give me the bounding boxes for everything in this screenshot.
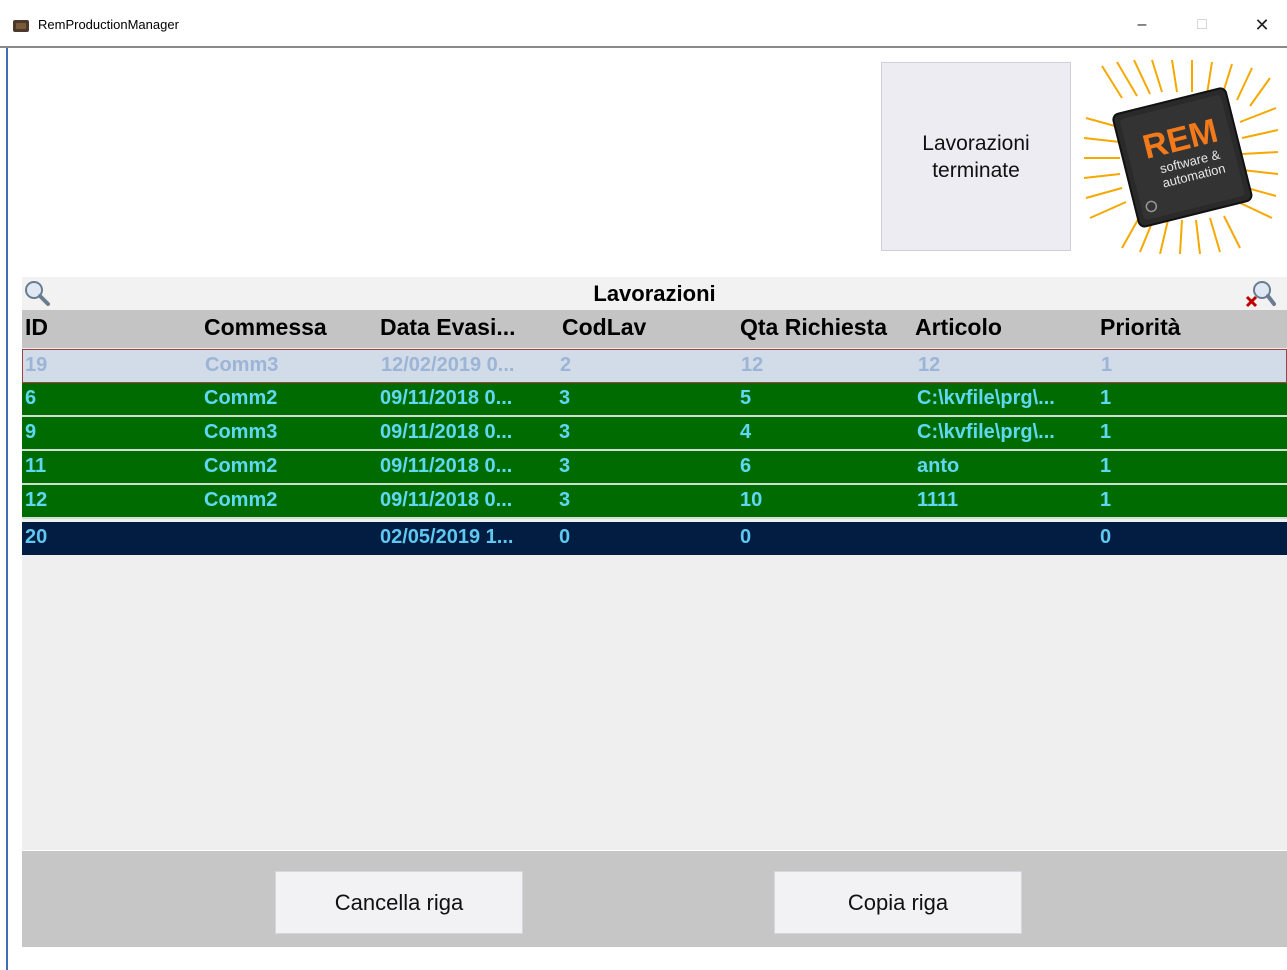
grid-rows: 19 Comm3 12/02/2019 0... 2 12 12 1 6 Com… <box>22 349 1287 555</box>
app-icon <box>13 20 29 32</box>
cell-codlav: 3 <box>559 455 571 477</box>
table-row[interactable]: 11 Comm2 09/11/2018 0... 3 6 anto 1 <box>22 451 1287 485</box>
cell-data-evasione: 12/02/2019 0... <box>381 354 515 376</box>
column-header-articolo[interactable]: Articolo <box>915 314 1002 341</box>
cell-id: 9 <box>25 421 37 443</box>
column-header-id[interactable]: ID <box>25 314 48 341</box>
grid-header: ID Commessa Data Evasi... CodLav Qta Ric… <box>22 310 1287 348</box>
cell-qta-richiesta: 4 <box>740 421 752 443</box>
cell-commessa: Comm3 <box>204 421 278 443</box>
column-header-codlav[interactable]: CodLav <box>562 314 646 341</box>
table-row[interactable]: 9 Comm3 09/11/2018 0... 3 4 C:\kvfile\pr… <box>22 417 1287 451</box>
finished-jobs-button[interactable]: Lavorazioni terminate <box>881 62 1071 251</box>
cell-priorita: 1 <box>1100 489 1112 511</box>
cell-id: 6 <box>25 387 37 409</box>
cell-articolo: C:\kvfile\prg\... <box>917 387 1055 409</box>
cell-qta-richiesta: 6 <box>740 455 752 477</box>
cell-articolo: 12 <box>918 354 941 376</box>
title-bar: RemProductionManager – □ ✕ <box>0 0 1287 48</box>
cell-data-evasione: 09/11/2018 0... <box>380 455 513 477</box>
cell-data-evasione: 09/11/2018 0... <box>380 421 513 443</box>
cell-commessa: Comm2 <box>204 455 278 477</box>
cell-qta-richiesta: 12 <box>741 354 764 376</box>
column-header-qta-richiesta[interactable]: Qta Richiesta <box>740 314 887 341</box>
cell-priorita: 1 <box>1100 455 1112 477</box>
table-row[interactable]: 12 Comm2 09/11/2018 0... 3 10 1111 1 <box>22 485 1287 519</box>
cell-qta-richiesta: 10 <box>740 489 763 511</box>
grid-title: Lavorazioni <box>593 281 716 306</box>
copy-row-button[interactable]: Copia riga <box>774 871 1022 934</box>
cell-codlav: 0 <box>559 526 571 548</box>
cell-id: 12 <box>25 489 48 511</box>
cell-qta-richiesta: 5 <box>740 387 752 409</box>
close-button[interactable]: ✕ <box>1240 10 1284 40</box>
cell-id: 19 <box>25 354 48 376</box>
column-header-data-evasione[interactable]: Data Evasi... <box>380 314 516 341</box>
cell-articolo: 1111 <box>917 489 959 511</box>
action-bar: Cancella riga Copia riga <box>22 851 1287 947</box>
cell-codlav: 3 <box>559 489 571 511</box>
cell-articolo: C:\kvfile\prg\... <box>917 421 1055 443</box>
rem-logo: REM software & automation <box>1083 59 1278 254</box>
cell-priorita: 0 <box>1100 526 1112 548</box>
table-row[interactable]: 19 Comm3 12/02/2019 0... 2 12 12 1 <box>22 349 1287 383</box>
cell-commessa: Comm3 <box>205 354 279 376</box>
cell-priorita: 1 <box>1100 387 1112 409</box>
cell-data-evasione: 02/05/2019 1... <box>380 526 514 548</box>
cell-id: 11 <box>25 455 47 477</box>
cell-codlav: 3 <box>559 421 571 443</box>
delete-row-button[interactable]: Cancella riga <box>275 871 523 934</box>
table-row[interactable]: 6 Comm2 09/11/2018 0... 3 5 C:\kvfile\pr… <box>22 383 1287 417</box>
maximize-button[interactable]: □ <box>1180 10 1224 40</box>
grid-caption: Lavorazioni <box>22 277 1287 310</box>
clear-filter-icon[interactable] <box>1242 279 1276 309</box>
minimize-button[interactable]: – <box>1120 10 1164 40</box>
cell-qta-richiesta: 0 <box>740 526 752 548</box>
jobs-grid: Lavorazioni ID Commessa Data Evasi... Co… <box>22 277 1287 850</box>
window-title: RemProductionManager <box>38 17 179 32</box>
column-header-commessa[interactable]: Commessa <box>204 314 327 341</box>
cell-priorita: 1 <box>1100 421 1112 443</box>
window-border <box>6 48 8 970</box>
cell-codlav: 3 <box>559 387 571 409</box>
cell-commessa: Comm2 <box>204 387 278 409</box>
cell-codlav: 2 <box>560 354 572 376</box>
cell-articolo: anto <box>917 455 960 477</box>
cell-commessa: Comm2 <box>204 489 278 511</box>
column-header-priorita[interactable]: Priorità <box>1100 314 1181 341</box>
cell-priorita: 1 <box>1101 354 1113 376</box>
cell-data-evasione: 09/11/2018 0... <box>380 387 513 409</box>
cell-id: 20 <box>25 526 48 548</box>
table-row[interactable]: 20 02/05/2019 1... 0 0 0 <box>22 522 1287 555</box>
cell-data-evasione: 09/11/2018 0... <box>380 489 513 511</box>
